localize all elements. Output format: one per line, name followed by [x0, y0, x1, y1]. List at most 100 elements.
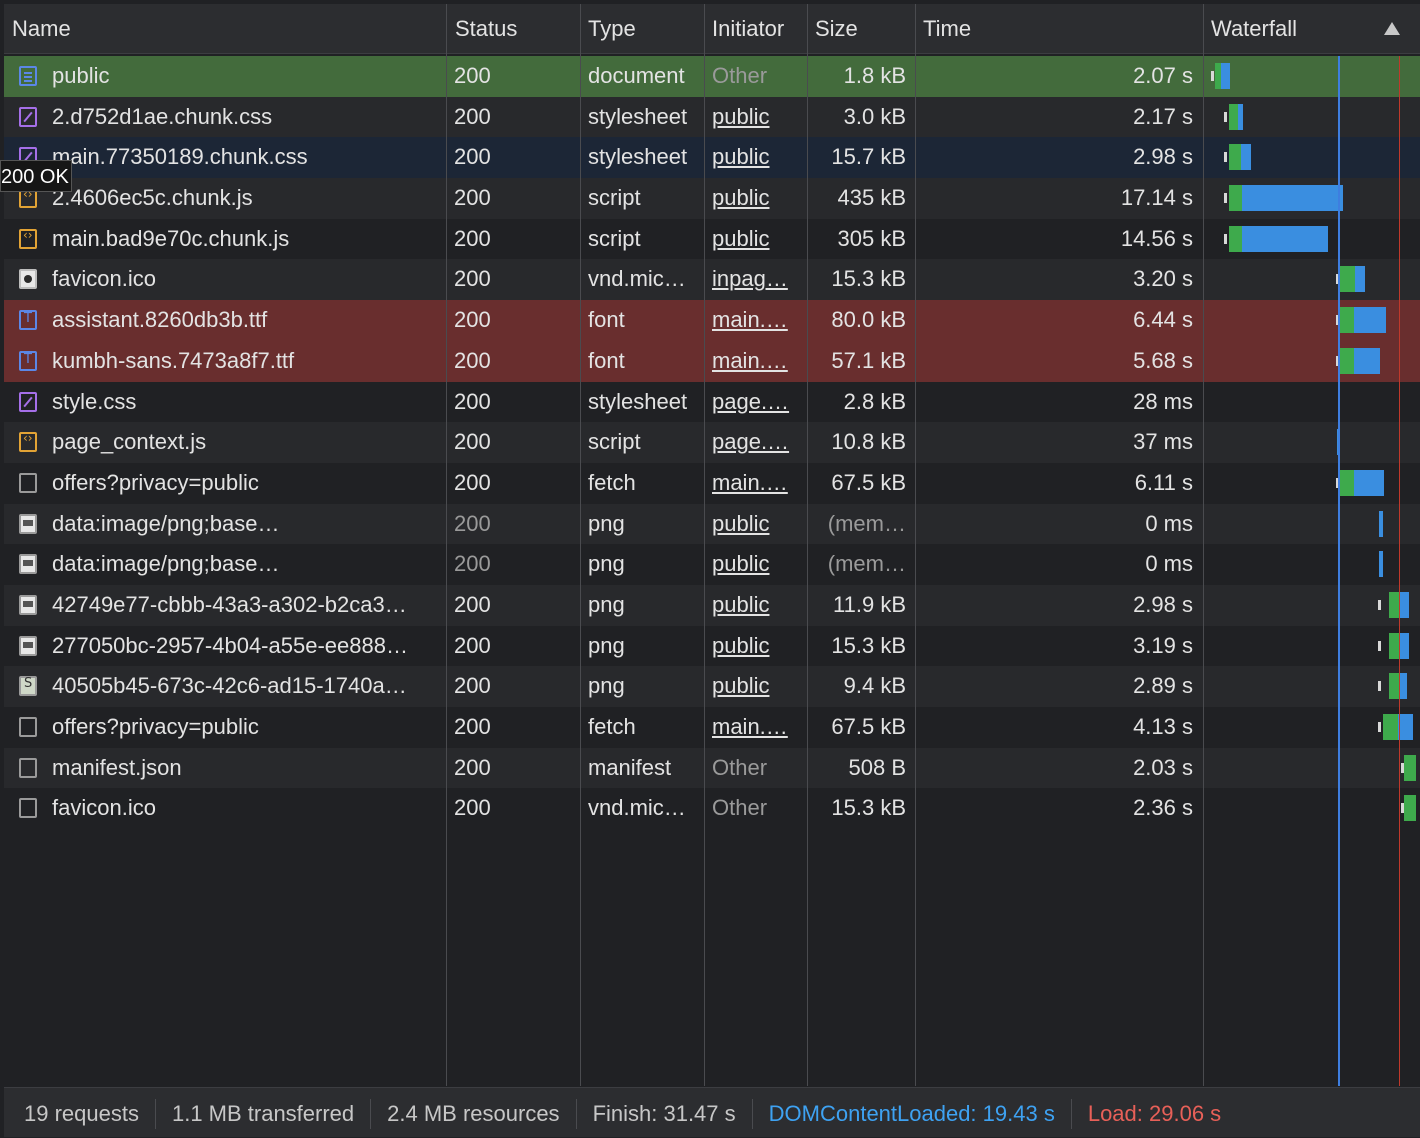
time-cell: 2.07 s — [1133, 63, 1193, 88]
initiator-link-text[interactable]: public — [712, 551, 769, 576]
initiator-link-text[interactable]: page.… — [712, 389, 789, 414]
initiator-link[interactable]: main.… — [712, 707, 806, 748]
table-row[interactable]: 277050bc-2957-4b04-a55e-ee888… 200 png publ… — [4, 625, 1420, 667]
column-header-status[interactable]: Status — [447, 4, 580, 54]
initiator-link[interactable]: public — [712, 97, 806, 138]
status-cell: 200 — [454, 347, 491, 373]
column-divider[interactable] — [580, 4, 581, 1086]
table-row[interactable]: offers?privacy=public 200 fetch main.… 67.5 … — [4, 707, 1420, 748]
initiator-link[interactable]: public — [712, 666, 806, 707]
initiator-link[interactable]: page.… — [712, 382, 806, 423]
size-cell: 435 kB — [837, 185, 907, 211]
table-row[interactable]: favicon.ico 200 vnd.mic… Other 15.3 kB 2.36 s — [4, 788, 1420, 830]
table-row[interactable]: page_context.js 200 script page.… 10.8 kB 37 … — [4, 422, 1420, 463]
sort-ascending-icon[interactable] — [1384, 22, 1400, 35]
table-row[interactable]: main.bad9e70c.chunk.js 200 script public 305… — [4, 218, 1420, 260]
waterfall-queue-bar — [1211, 71, 1214, 81]
initiator-link-text[interactable]: public — [712, 104, 769, 129]
initiator-link[interactable]: inpag… — [712, 259, 806, 300]
initiator-cell: Other — [712, 754, 768, 780]
initiator-link-text[interactable]: inpag… — [712, 266, 788, 291]
initiator-link-text[interactable]: main.… — [712, 307, 788, 332]
time-cell: 6.44 s — [1133, 307, 1193, 333]
waterfall-cell — [1203, 666, 1420, 707]
initiator-link[interactable]: main.… — [712, 341, 806, 382]
initiator-link-text[interactable]: public — [712, 673, 769, 698]
table-row[interactable]: offers?privacy=public 200 fetch main.… 67.5 … — [4, 462, 1420, 504]
initiator-link[interactable]: main.… — [712, 300, 806, 341]
waterfall-waiting-bar — [1340, 266, 1355, 293]
table-row[interactable]: data:image/png;base… 200 png public (mem… 0 m… — [4, 544, 1420, 585]
initiator-link[interactable]: public — [712, 544, 806, 585]
initiator-link[interactable]: main.… — [712, 463, 806, 504]
table-row[interactable]: favicon.ico 200 vnd.mic… inpag… 15.3 kB 3.20 … — [4, 259, 1420, 301]
table-row[interactable]: assistant.8260db3b.ttf 200 font main.… 80.0 … — [4, 300, 1420, 341]
table-row[interactable]: 40505b45-673c-42c6-ad15-1740a… 200 png publ… — [4, 666, 1420, 707]
request-name: 2.4606ec5c.chunk.js — [52, 185, 253, 211]
waterfall-download-bar — [1399, 673, 1407, 700]
waterfall-cell — [1203, 97, 1420, 138]
footer-resources: 2.4 MB resources — [371, 1099, 577, 1130]
waterfall-cell — [1203, 300, 1420, 341]
initiator-link[interactable]: public — [712, 219, 806, 260]
column-header-size[interactable]: Size — [807, 4, 915, 54]
waterfall-download-bar — [1221, 63, 1230, 89]
waterfall-cell — [1203, 56, 1420, 97]
request-name: style.css — [52, 388, 137, 414]
initiator-link[interactable]: public — [712, 178, 806, 219]
column-header-time[interactable]: Time — [915, 4, 1203, 54]
initiator-link-text[interactable]: page.… — [712, 429, 789, 454]
waterfall-queue-bar — [1378, 640, 1381, 651]
column-header-type[interactable]: Type — [580, 4, 704, 54]
column-divider[interactable] — [1203, 4, 1204, 1086]
request-name: favicon.ico — [52, 795, 156, 821]
request-list: public 200 document Other 1.8 kB 2.07 s 2.d752… — [4, 56, 1420, 830]
initiator-link[interactable]: public — [712, 504, 806, 545]
column-divider[interactable] — [446, 4, 447, 1086]
waterfall-queue-bar — [1224, 233, 1227, 244]
waterfall-queue-bar — [1224, 111, 1227, 122]
type-cell: fetch — [588, 714, 636, 739]
type-cell: stylesheet — [588, 388, 688, 414]
initiator-link-text[interactable]: public — [712, 144, 769, 169]
column-header-name[interactable]: Name — [4, 4, 446, 54]
initiator-link-text[interactable]: public — [712, 592, 769, 617]
initiator-link[interactable]: public — [712, 585, 806, 626]
table-row[interactable]: kumbh-sans.7473a8f7.ttf 200 font main.… 57.1… — [4, 340, 1420, 382]
time-cell: 2.98 s — [1133, 591, 1193, 617]
table-row[interactable]: main.77350189.chunk.css 200 stylesheet publ… — [4, 137, 1420, 179]
initiator-link-text[interactable]: main.… — [712, 470, 788, 495]
favicon-icon — [19, 269, 37, 290]
time-cell: 0 ms — [1145, 510, 1193, 536]
column-divider[interactable] — [704, 4, 705, 1086]
table-row[interactable]: manifest.json 200 manifest Other 508 B 2.03 s — [4, 747, 1420, 789]
image-icon — [19, 594, 37, 615]
fetch-icon — [19, 798, 37, 819]
waterfall-cell — [1203, 178, 1420, 219]
initiator-link-text[interactable]: public — [712, 185, 769, 210]
time-cell: 2.89 s — [1133, 673, 1193, 699]
table-row[interactable]: 2.4606ec5c.chunk.js 200 script public 435 kB… — [4, 178, 1420, 219]
table-row[interactable]: data:image/png;base… 200 png public (mem… 0 m… — [4, 503, 1420, 545]
column-divider[interactable] — [807, 4, 808, 1086]
initiator-link-text[interactable]: main.… — [712, 348, 788, 373]
image-icon — [19, 513, 37, 534]
column-header-waterfall[interactable]: Waterfall — [1203, 4, 1420, 54]
size-cell: 2.8 kB — [843, 388, 906, 414]
table-row[interactable]: public 200 document Other 1.8 kB 2.07 s — [4, 56, 1420, 97]
type-cell: font — [588, 307, 625, 333]
initiator-link-text[interactable]: public — [712, 633, 769, 658]
column-divider[interactable] — [915, 4, 916, 1086]
initiator-link[interactable]: page.… — [712, 422, 806, 463]
column-header-initiator[interactable]: Initiator — [704, 4, 807, 54]
waterfall-waiting-bar — [1340, 347, 1354, 374]
initiator-link-text[interactable]: public — [712, 226, 769, 251]
initiator-link[interactable]: public — [712, 626, 806, 667]
initiator-link-text[interactable]: public — [712, 511, 769, 536]
initiator-link[interactable]: public — [712, 137, 806, 178]
table-row[interactable]: 2.d752d1ae.chunk.css 200 stylesheet public 3… — [4, 96, 1420, 138]
table-row[interactable]: 42749e77-cbbb-43a3-a302-b2ca3… 200 png publ… — [4, 584, 1420, 626]
type-cell: script — [588, 185, 641, 211]
initiator-link-text[interactable]: main.… — [712, 714, 788, 739]
table-row[interactable]: style.css 200 stylesheet page.… 2.8 kB 28 ms — [4, 381, 1420, 423]
